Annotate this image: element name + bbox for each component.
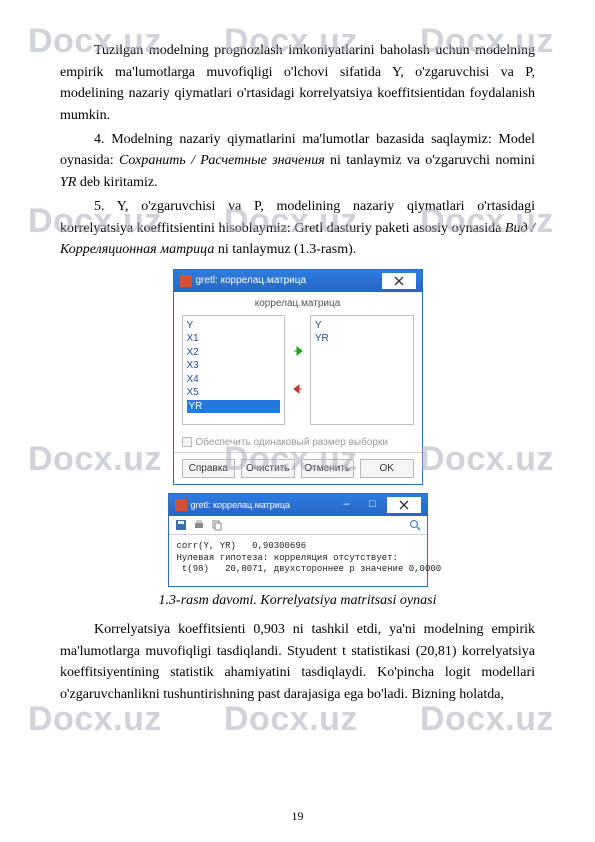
- watermark-text: Docx.uz: [224, 700, 358, 739]
- print-icon[interactable]: [193, 519, 205, 531]
- watermark-text: Docx.uz: [28, 700, 162, 739]
- list-item-selected[interactable]: YR: [187, 400, 281, 414]
- maximize-button[interactable]: □: [361, 497, 385, 513]
- list-item[interactable]: Y: [315, 319, 409, 333]
- watermark-text: Docx.uz: [420, 700, 554, 739]
- app-icon: [175, 499, 187, 511]
- help-button[interactable]: Справка: [182, 459, 236, 478]
- dialog-title-text: gretl: коррелац.матрица: [191, 500, 291, 510]
- dialog-buttons: Справка Очистить Отменить OK: [174, 452, 422, 484]
- figure-1-3: gretl: коррелац.матрица коррелац.матрица…: [60, 269, 535, 613]
- output-text: corr(Y, YR) 0,90300696 Нулевая гипотеза:…: [169, 535, 427, 586]
- checkbox-icon: [182, 437, 192, 447]
- list-item[interactable]: Y: [187, 319, 281, 333]
- gretl-correlation-dialog: gretl: коррелац.матрица коррелац.матрица…: [173, 269, 423, 485]
- page-number: 19: [0, 809, 595, 824]
- text: ni tanlaymuz (1.3-rasm).: [214, 242, 356, 257]
- selected-variables-list[interactable]: Y YR: [310, 315, 414, 425]
- dialog-titlebar: gretl: коррелац.матрица – □: [169, 494, 427, 516]
- available-variables-list[interactable]: Y X1 X2 X3 X4 X5 YR: [182, 315, 286, 425]
- dialog-titlebar: gretl: коррелац.матрица: [174, 270, 422, 292]
- checkbox-row[interactable]: Обеспечить одинаковый размер выборки: [174, 433, 422, 452]
- minimize-button[interactable]: –: [335, 497, 359, 513]
- app-icon: [180, 275, 192, 287]
- remove-variable-button[interactable]: [288, 380, 308, 398]
- text-italic: Сохранить / Расчетные значения: [119, 153, 325, 168]
- gretl-correlation-output-window: gretl: коррелац.матрица – □ corr(Y, YR) …: [168, 493, 428, 587]
- copy-icon[interactable]: [211, 519, 223, 531]
- paragraph-3: 5. Y, o'zgaruvchisi va P, modelining naz…: [60, 196, 535, 261]
- list-item[interactable]: X5: [187, 386, 281, 400]
- output-line: t(98) 20,8071, двухстороннее р значение …: [182, 564, 441, 574]
- text: 5. Y, o'zgaruvchisi va P, modelining naz…: [60, 199, 535, 236]
- clear-button[interactable]: Очистить: [241, 459, 295, 478]
- ok-button[interactable]: OK: [360, 459, 414, 478]
- move-arrows: [285, 315, 310, 425]
- dialog-subtitle: коррелац.матрица: [174, 292, 422, 311]
- arrow-left-icon: [291, 382, 305, 396]
- dialog-lists: Y X1 X2 X3 X4 X5 YR Y: [174, 315, 422, 433]
- output-line: corr(Y, YR) 0,90300696: [177, 541, 307, 551]
- output-line: Нулевая гипотеза: корреляция отсутствует…: [177, 553, 398, 563]
- output-toolbar: [169, 516, 427, 535]
- paragraph-1: Tuzilgan modelning prognozlash imkoniyat…: [60, 40, 535, 127]
- dialog-title-text: gretl: коррелац.матрица: [196, 275, 307, 286]
- list-item[interactable]: X3: [187, 359, 281, 373]
- list-item[interactable]: X2: [187, 346, 281, 360]
- paragraph-4: Korrelyatsiya koeffitsienti 0,903 ni tas…: [60, 619, 535, 706]
- zoom-icon[interactable]: [409, 519, 421, 531]
- list-item[interactable]: YR: [315, 332, 409, 346]
- cancel-button[interactable]: Отменить: [301, 459, 355, 478]
- list-item[interactable]: X4: [187, 373, 281, 387]
- save-icon[interactable]: [175, 519, 187, 531]
- arrow-right-icon: [291, 344, 305, 358]
- figure-caption: 1.3-rasm davomi. Korrelyatsiya matritsas…: [159, 593, 437, 609]
- close-button[interactable]: [387, 497, 421, 513]
- paragraph-2: 4. Modelning nazariy qiymatlarini ma'lum…: [60, 129, 535, 194]
- close-icon: [399, 500, 409, 510]
- text: deb kiritamiz.: [76, 175, 157, 190]
- add-variable-button[interactable]: [288, 342, 308, 360]
- close-icon: [394, 276, 404, 286]
- text: ni tanlaymiz va o'zgaruvchi nomini: [325, 153, 535, 168]
- text-italic: YR: [60, 175, 76, 190]
- list-item[interactable]: X1: [187, 332, 281, 346]
- page-content: Tuzilgan modelning prognozlash imkoniyat…: [60, 40, 535, 706]
- close-button[interactable]: [382, 273, 416, 289]
- checkbox-label: Обеспечить одинаковый размер выборки: [196, 437, 388, 448]
